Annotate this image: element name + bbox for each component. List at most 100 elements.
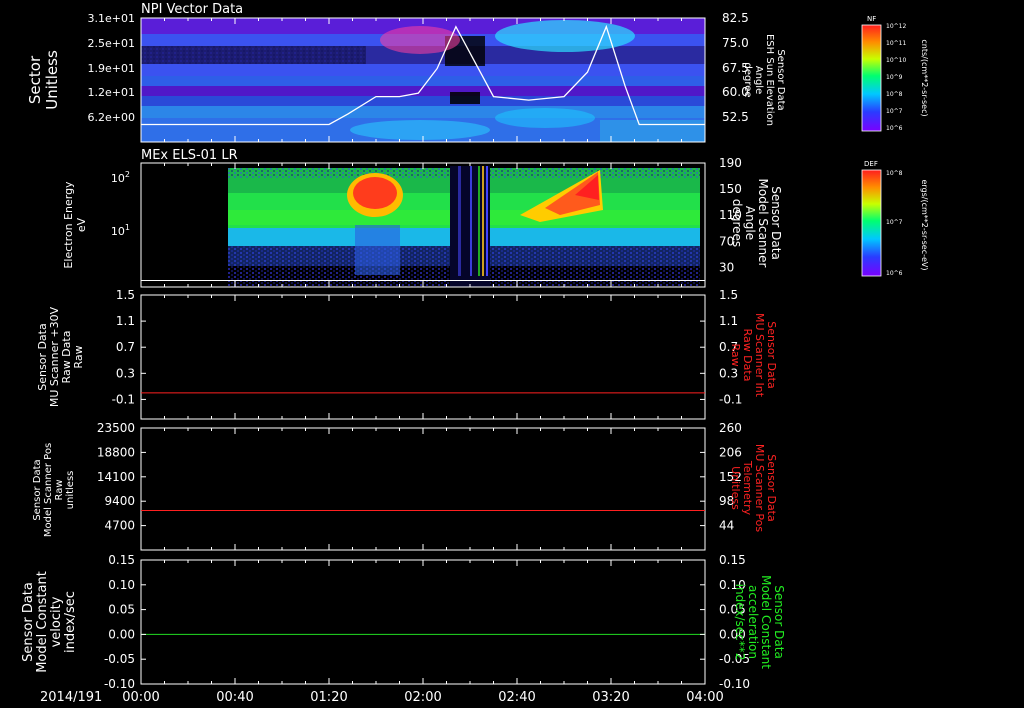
right-tick-label: -0.1 bbox=[719, 392, 742, 406]
svg-text:Sensor Data: Sensor Data bbox=[32, 459, 43, 520]
x-tick-label: 01:20 bbox=[310, 690, 347, 705]
svg-text:unitless: unitless bbox=[65, 471, 76, 510]
right-tick-label: 206 bbox=[719, 445, 742, 459]
right-tick-label: 0.3 bbox=[719, 366, 738, 380]
right-tick-label: 150 bbox=[719, 182, 742, 196]
colorbar-nf: NF 10^12 10^11 10^10 10^9 10^8 10^7 10^6… bbox=[861, 15, 929, 132]
y-tick-label: -0.1 bbox=[112, 392, 135, 406]
right-tick-label: -0.10 bbox=[719, 677, 750, 691]
x-tick-label: 02:40 bbox=[498, 690, 535, 705]
panel-scanner-30v: 1.51.10.70.3-0.1 1.51.10.70.3-0.1 Sensor… bbox=[36, 288, 778, 420]
y-tick-label: -0.10 bbox=[104, 677, 135, 691]
right-tick-label: 30 bbox=[719, 260, 734, 274]
right-axis-title: Sensor Data Model Constant acceleration … bbox=[733, 575, 786, 669]
right-tick-label: 75.0 bbox=[722, 36, 749, 50]
svg-text:Angle: Angle bbox=[753, 66, 764, 94]
svg-text:Sensor Data: Sensor Data bbox=[21, 582, 36, 662]
y-tick-label: 101 bbox=[111, 223, 130, 238]
y-axis-title: Electron Energy eV bbox=[62, 181, 88, 269]
svg-text:degrees: degrees bbox=[730, 199, 744, 247]
svg-text:Model Scanner Pos: Model Scanner Pos bbox=[43, 443, 54, 537]
svg-text:eV: eV bbox=[75, 217, 88, 232]
svg-text:Raw: Raw bbox=[54, 479, 65, 500]
svg-text:Sensor Data: Sensor Data bbox=[769, 186, 783, 260]
svg-text:10^7: 10^7 bbox=[886, 108, 903, 115]
svg-text:Model Constant: Model Constant bbox=[759, 575, 773, 669]
svg-text:10^6: 10^6 bbox=[886, 270, 903, 277]
y-tick-label: 14100 bbox=[97, 470, 135, 484]
y-axis-title: Sensor Data Model Constant velocity inde… bbox=[21, 571, 78, 673]
panel-frame bbox=[140, 294, 706, 420]
svg-text:ESH Sun Elevation: ESH Sun Elevation bbox=[764, 34, 775, 126]
svg-text:Raw: Raw bbox=[729, 343, 742, 366]
y-tick-label: 0.15 bbox=[108, 553, 135, 567]
panel-title: MEx ELS-01 LR bbox=[141, 148, 238, 163]
svg-text:DEF: DEF bbox=[864, 160, 878, 168]
y-axis-left: 102 101 bbox=[111, 170, 130, 238]
right-tick-label: 190 bbox=[719, 156, 742, 170]
y-tick-label: 0.05 bbox=[108, 603, 135, 617]
x-tick-label: 04:00 bbox=[686, 690, 723, 705]
y-tick-label: 1.2e+01 bbox=[88, 86, 135, 99]
y-axis-title: Sensor Data Model Scanner Pos Raw unitle… bbox=[32, 443, 76, 537]
svg-text:10^11: 10^11 bbox=[886, 40, 906, 47]
panel-model-constant: 0.150.100.050.00-0.05-0.10 0.150.100.050… bbox=[21, 553, 786, 691]
y-tick-label: 0.10 bbox=[108, 578, 135, 592]
svg-text:Raw: Raw bbox=[72, 345, 85, 368]
svg-text:Angle: Angle bbox=[743, 206, 757, 240]
svg-text:cnts/(cm**2-sr-sec): cnts/(cm**2-sr-sec) bbox=[920, 39, 929, 116]
right-tick-label: 52.5 bbox=[722, 110, 749, 124]
time-axis: 2014/191 00:00 00:40 01:20 02:00 02:40 03:20 0… bbox=[40, 690, 724, 705]
svg-text:Sector: Sector bbox=[26, 55, 44, 104]
svg-text:NF: NF bbox=[867, 15, 876, 23]
panel-scanner-pos: 23500188001410094004700 2602061529844 Se… bbox=[32, 421, 778, 551]
y-tick-label: 23500 bbox=[97, 421, 135, 435]
panel-frame bbox=[140, 559, 706, 685]
y-tick-label: 0.3 bbox=[116, 366, 135, 380]
y-axis-title: Sector Unitless bbox=[26, 50, 61, 110]
y-axis-title: Sensor Data MU Scanner +30V Raw Data Raw bbox=[36, 306, 85, 407]
right-tick-label: 260 bbox=[719, 421, 742, 435]
svg-text:10^10: 10^10 bbox=[886, 57, 906, 64]
x-tick-label: 03:20 bbox=[592, 690, 629, 705]
right-tick-label: 82.5 bbox=[722, 11, 749, 25]
svg-text:index/sec**2: index/sec**2 bbox=[733, 584, 747, 661]
npi-spectrogram bbox=[141, 18, 705, 142]
right-tick-label: 1.1 bbox=[719, 314, 738, 328]
right-tick-label: 1.5 bbox=[719, 288, 738, 302]
y-axis-left: 3.1e+01 2.5e+01 1.9e+01 1.2e+01 6.2e+00 bbox=[88, 12, 135, 124]
panel-els: MEx ELS-01 LR 102 101 Electron Energy eV… bbox=[62, 148, 929, 288]
panel-npi-vector: NPI Vector Data 3.1e+01 2.5e+01 1.9e+01 … bbox=[26, 2, 929, 143]
y-tick-label: 0.00 bbox=[108, 627, 135, 641]
svg-text:Electron Energy: Electron Energy bbox=[62, 181, 75, 269]
y-tick-label: 1.9e+01 bbox=[88, 62, 135, 75]
x-tick-label: 00:00 bbox=[122, 690, 159, 705]
svg-text:degree: degree bbox=[742, 62, 753, 97]
y-tick-label: 1.5 bbox=[116, 288, 135, 302]
x-tick-label: 00:40 bbox=[216, 690, 253, 705]
right-tick-label: 0.15 bbox=[719, 553, 746, 567]
panel-frame bbox=[140, 427, 706, 551]
y-tick-label: 18800 bbox=[97, 445, 135, 459]
stack-plot: NPI Vector Data 3.1e+01 2.5e+01 1.9e+01 … bbox=[21, 2, 929, 705]
panel-title: NPI Vector Data bbox=[141, 2, 243, 17]
colorbar-def: DEF 10^8 10^7 10^6 ergs/(cm**2-sr-sec-eV… bbox=[861, 160, 929, 277]
y-tick-label: 1.1 bbox=[116, 314, 135, 328]
svg-text:Sensor Data: Sensor Data bbox=[772, 585, 786, 659]
x-tick-label: 02:00 bbox=[404, 690, 441, 705]
y-tick-label: 3.1e+01 bbox=[88, 12, 135, 25]
svg-text:10^9: 10^9 bbox=[886, 74, 903, 81]
els-spectrogram bbox=[141, 163, 705, 287]
svg-text:10^7: 10^7 bbox=[886, 219, 903, 226]
svg-text:Unitless: Unitless bbox=[729, 466, 742, 510]
svg-text:10^8: 10^8 bbox=[886, 170, 903, 177]
y-tick-label: -0.05 bbox=[104, 652, 135, 666]
svg-text:index/sec: index/sec bbox=[63, 591, 78, 653]
svg-text:10^12: 10^12 bbox=[886, 23, 906, 30]
y-tick-label: 4700 bbox=[104, 519, 135, 533]
y-tick-label: 9400 bbox=[104, 494, 135, 508]
svg-text:Unitless: Unitless bbox=[43, 50, 61, 110]
y-tick-label: 102 bbox=[111, 170, 130, 185]
y-tick-label: 6.2e+00 bbox=[88, 111, 135, 124]
svg-text:10^6: 10^6 bbox=[886, 125, 903, 132]
